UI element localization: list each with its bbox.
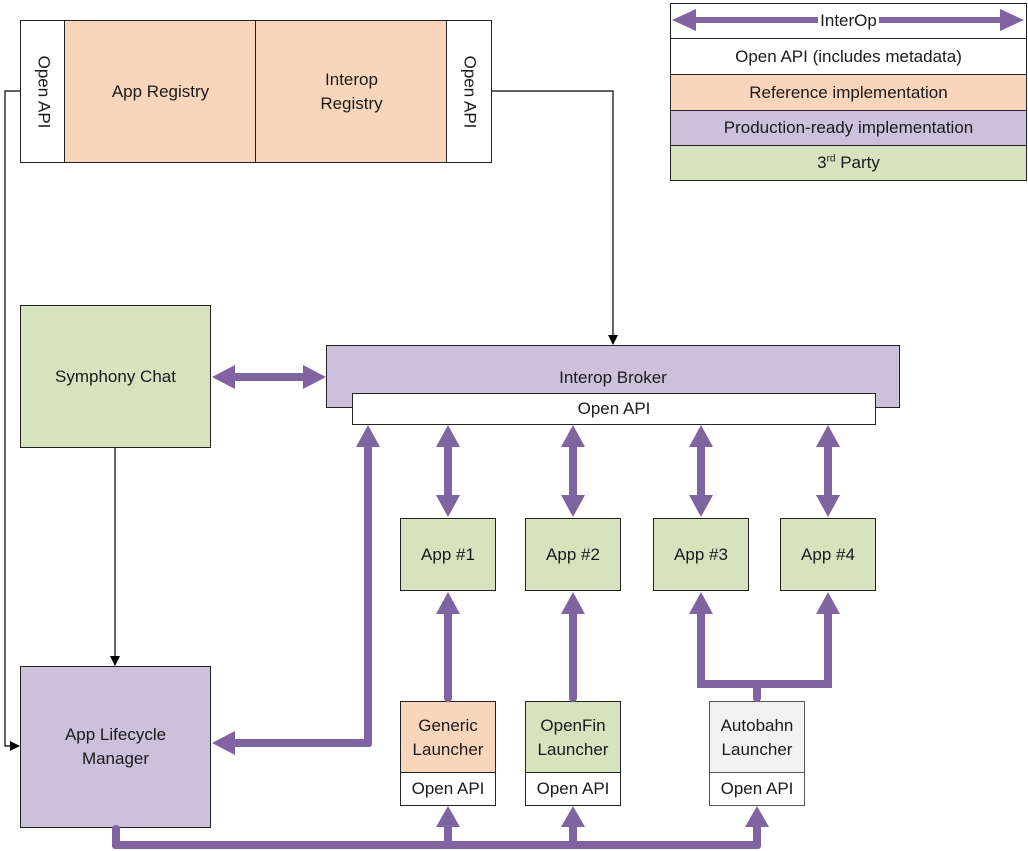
symphony-chat-box: Symphony Chat: [20, 305, 211, 448]
legend-production: Production-ready implementation: [670, 111, 1027, 146]
broker-app1-interop-arrow: [436, 425, 460, 517]
registry-right-open-api-label: Open API: [460, 55, 479, 128]
legend-open-api-label: Open API (includes metadata): [735, 46, 962, 66]
broker-app4-interop-arrow: [816, 425, 840, 517]
legend-production-label: Production-ready implementation: [723, 118, 974, 137]
legend-reference-label: Reference implementation: [749, 82, 948, 102]
app-4-box: App #4: [780, 518, 876, 591]
autobahn-launcher-label: Autobahn Launcher: [720, 715, 794, 759]
broker-app3-interop-arrow: [689, 425, 713, 517]
app-3-label: App #3: [674, 544, 728, 564]
generic-launcher-label: Generic Launcher: [412, 715, 484, 759]
registry-right-open-api: Open API: [446, 20, 492, 163]
openfin-launcher-open-api: Open API: [525, 772, 621, 806]
app-lifecycle-manager-label: App Lifecycle Manager: [64, 725, 167, 768]
app-lifecycle-manager-box: App Lifecycle Manager: [20, 666, 211, 828]
app-1-label: App #1: [421, 544, 475, 564]
broker-app2-interop-arrow: [561, 425, 585, 517]
legend-third-party-label: 3rd Party: [817, 153, 880, 173]
interop-broker-open-api: Open API: [352, 393, 876, 425]
legend-interop-label: InterOp: [818, 11, 879, 31]
app-2-label: App #2: [546, 544, 600, 564]
generic-launcher-box: Generic Launcher: [400, 701, 496, 774]
registry-left-open-api: Open API: [20, 20, 66, 163]
autobahn-launcher-to-app3-app4-arrow: [689, 592, 840, 702]
legend-third-party: 3rd Party: [670, 146, 1027, 181]
openfin-launcher-box: OpenFin Launcher: [525, 701, 621, 774]
app-registry-label: App Registry: [111, 81, 210, 101]
interop-broker-label: Interop Broker: [559, 368, 667, 387]
legend-reference: Reference implementation: [670, 75, 1027, 111]
registry-left-open-api-label: Open API: [34, 55, 53, 128]
legend-third-party-text: Party: [835, 153, 880, 172]
symphony-chat-label: Symphony Chat: [55, 366, 176, 386]
chat-broker-interop-arrow: [212, 365, 326, 389]
legend-open-api: Open API (includes metadata): [670, 39, 1027, 75]
openfin-launcher-label: OpenFin Launcher: [537, 715, 609, 759]
app-4-label: App #4: [801, 544, 855, 564]
generic-launcher-open-api: Open API: [400, 772, 496, 806]
autobahn-launcher-open-api-label: Open API: [720, 779, 794, 798]
legend-interop-row: InterOp: [670, 3, 1027, 39]
interop-registry-label: Interop Registry: [320, 69, 383, 113]
app-2-box: App #2: [525, 518, 621, 591]
interop-registry-box: Interop Registry: [255, 20, 448, 163]
app-1-box: App #1: [400, 518, 496, 591]
generic-launcher-open-api-label: Open API: [411, 779, 485, 798]
autobahn-launcher-open-api: Open API: [709, 772, 805, 806]
openfin-launcher-to-app2-arrow: [561, 592, 585, 702]
interop-broker-open-api-label: Open API: [577, 399, 651, 418]
autobahn-launcher-box: Autobahn Launcher: [709, 701, 805, 774]
app-registry-box: App Registry: [64, 20, 257, 163]
registry-to-broker-connector: [492, 90, 618, 345]
openfin-launcher-open-api-label: Open API: [536, 779, 610, 798]
broker-to-lifecycle-arrow: [212, 425, 380, 755]
generic-launcher-to-app1-arrow: [436, 592, 460, 702]
registry-to-lifecycle-connector: [4, 90, 20, 751]
legend-third-party-number: 3: [817, 153, 827, 172]
app-3-box: App #3: [653, 518, 749, 591]
